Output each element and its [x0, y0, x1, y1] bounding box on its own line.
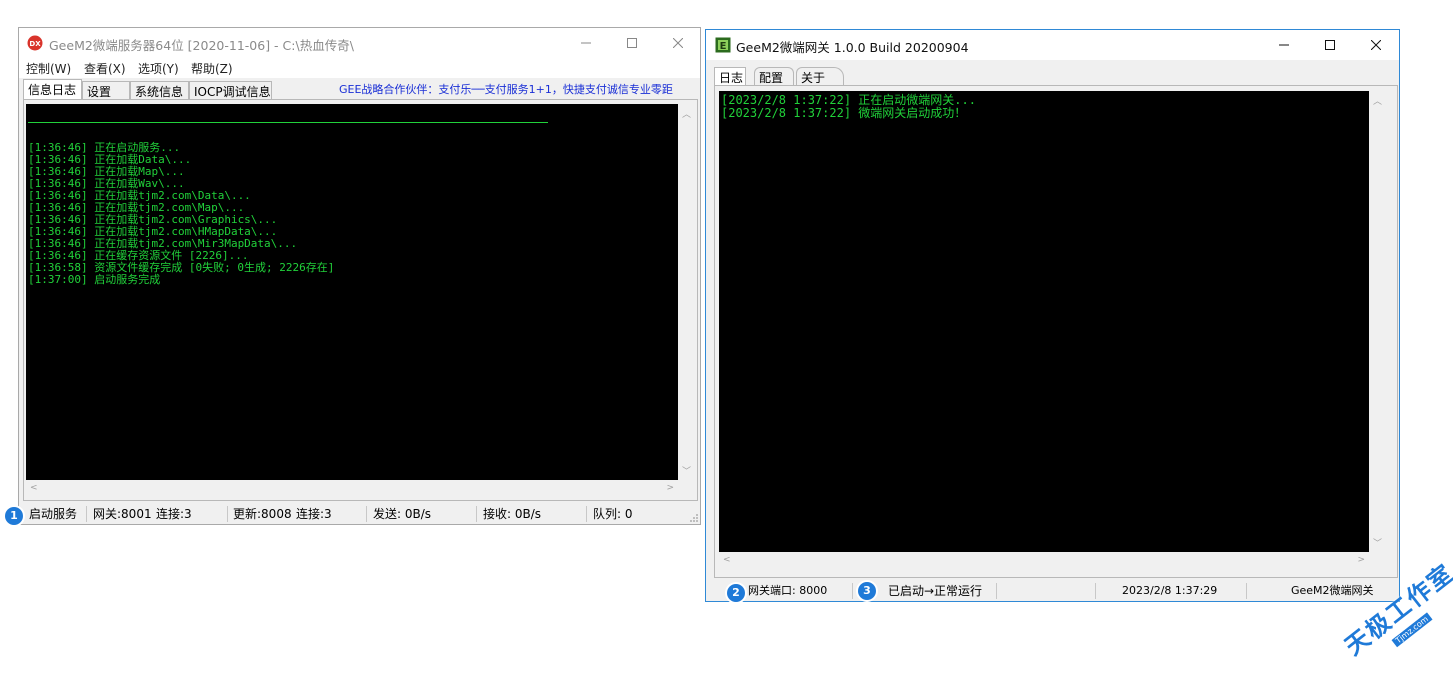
status-recv: 接收: 0B/s	[483, 507, 542, 521]
log-line: [1:37:00] 启动服务完成	[28, 273, 161, 286]
status-queue: 队列: 0	[593, 507, 633, 521]
tab-config[interactable]: 配置	[754, 67, 794, 85]
minimize-icon	[1279, 44, 1289, 46]
scroll-left-icon[interactable]: <	[723, 555, 731, 565]
tab-settings[interactable]: 设置	[82, 81, 130, 99]
menu-view[interactable]: 查看(X)	[84, 60, 126, 77]
status-gateway-conn: 连接:3	[156, 507, 192, 521]
svg-text:DX: DX	[29, 40, 41, 48]
scroll-left-icon[interactable]: <	[30, 483, 38, 493]
tab-iocp-debug[interactable]: IOCP调试信息	[189, 81, 272, 99]
scroll-right-icon[interactable]: >	[1357, 555, 1365, 565]
tab-log[interactable]: 日志	[714, 67, 746, 86]
server-titlebar[interactable]: DX GeeM2微端服务器64位 [2020-11-06] - C:\热血传奇\	[19, 28, 700, 58]
maximize-icon	[627, 38, 637, 48]
gateway-window: E GeeM2微端网关 1.0.0 Build 20200904 日志 配置 关…	[705, 29, 1400, 602]
svg-text:E: E	[720, 41, 727, 52]
scroll-up-icon[interactable]: ︿	[682, 107, 691, 120]
scroll-right-icon[interactable]: >	[666, 483, 674, 493]
server-log-console: [1:36:46] 正在启动服务... [1:36:46] 正在加载Data\.…	[26, 104, 678, 480]
menu-help[interactable]: 帮助(Z)	[191, 60, 233, 77]
status-send: 发送: 0B/s	[373, 507, 432, 521]
server-menubar: 控制(W) 查看(X) 选项(Y) 帮助(Z)	[19, 58, 700, 78]
status-datetime: 2023/2/8 1:37:29	[1122, 584, 1218, 597]
callout-badge-3: 3	[858, 582, 876, 600]
close-button[interactable]	[655, 28, 701, 58]
callout-badge-1: 1	[5, 507, 23, 525]
server-statusbar: 启动服务 网关:8001 连接:3 更新:8008 连接:3 发送: 0B/s …	[19, 504, 700, 526]
menu-control[interactable]: 控制(W)	[26, 60, 71, 77]
gateway-log-vscrollbar[interactable]: ︿ ﹀	[1369, 91, 1386, 552]
server-log-vscrollbar[interactable]: ︿ ﹀	[678, 104, 695, 480]
gateway-log-hscrollbar[interactable]: < >	[719, 552, 1369, 569]
minimize-icon	[581, 42, 591, 44]
status-update-conn: 连接:3	[296, 507, 332, 521]
status-state: 已启动→正常运行	[888, 584, 983, 598]
maximize-icon	[1325, 40, 1335, 50]
status-gateway-name: GeeM2微端网关	[1291, 584, 1374, 597]
minimize-button[interactable]	[563, 28, 609, 58]
menu-options[interactable]: 选项(Y)	[138, 60, 179, 77]
maximize-button[interactable]	[609, 28, 655, 58]
gateway-titlebar[interactable]: E GeeM2微端网关 1.0.0 Build 20200904	[706, 30, 1399, 60]
status-gateway: 网关:8001	[93, 507, 152, 521]
close-icon	[1371, 40, 1381, 50]
scroll-down-icon[interactable]: ﹀	[682, 464, 691, 477]
status-update: 更新:8008	[233, 507, 292, 521]
gateway-log-console: [2023/2/8 1:37:22] 正在启动微端网关... [2023/2/8…	[719, 91, 1369, 552]
close-button[interactable]	[1353, 30, 1399, 60]
tab-system-info[interactable]: 系统信息	[130, 81, 189, 99]
tab-about[interactable]: 关于	[796, 67, 844, 85]
maximize-button[interactable]	[1307, 30, 1353, 60]
dx-app-icon: DX	[27, 35, 43, 51]
tab-info-log[interactable]: 信息日志	[23, 79, 82, 99]
gateway-window-title: GeeM2微端网关 1.0.0 Build 20200904	[736, 40, 969, 55]
status-port: 网关端口: 8000	[748, 584, 828, 597]
partner-marquee: GEE战略合作伙伴：支付乐──支付服务1+1，快捷支付诚信专业零距	[339, 83, 673, 96]
server-window: DX GeeM2微端服务器64位 [2020-11-06] - C:\热血传奇\…	[18, 27, 701, 525]
console-divider	[28, 122, 548, 123]
close-icon	[673, 38, 683, 48]
server-window-title: GeeM2微端服务器64位 [2020-11-06] - C:\热血传奇\	[49, 38, 354, 53]
callout-badge-2: 2	[727, 584, 745, 602]
minimize-button[interactable]	[1261, 30, 1307, 60]
server-log-hscrollbar[interactable]: < >	[26, 480, 678, 497]
gateway-app-icon: E	[715, 37, 731, 53]
log-line: [2023/2/8 1:37:22] 微端网关启动成功！	[721, 106, 967, 120]
scroll-down-icon[interactable]: ﹀	[1373, 536, 1382, 549]
resize-grip-icon[interactable]	[688, 512, 698, 522]
scroll-up-icon[interactable]: ︿	[1373, 94, 1382, 107]
status-service: 启动服务	[29, 507, 78, 521]
gateway-statusbar: 网关端口: 8000 已启动→正常运行 2023/2/8 1:37:29 Gee…	[706, 581, 1399, 603]
